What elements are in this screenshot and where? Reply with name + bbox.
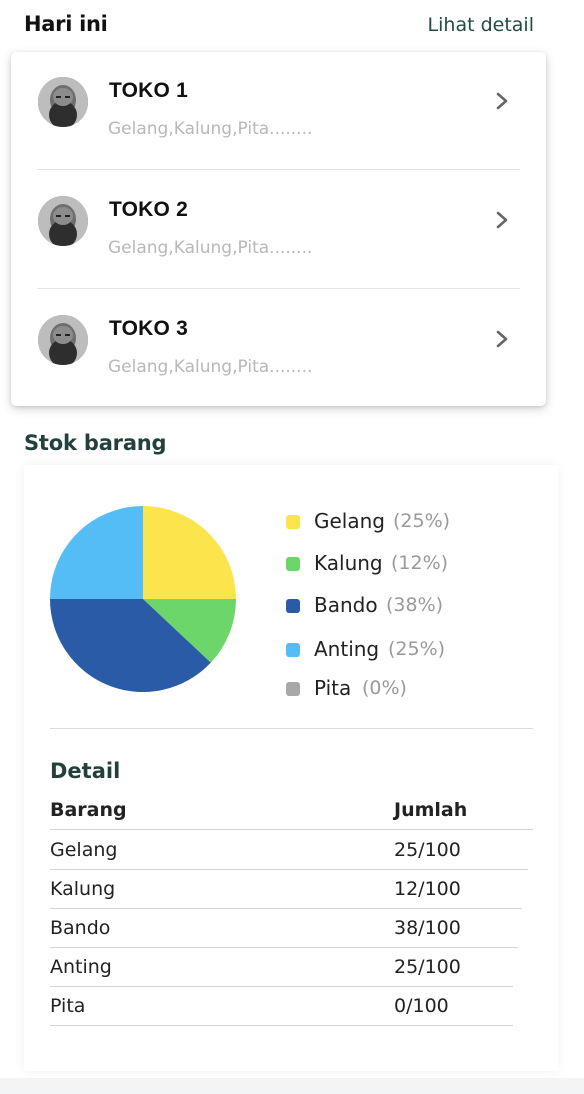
legend-percent: (25%) [393,510,451,532]
legend-swatch [286,557,300,571]
cell-quantity: 25/100 [394,839,461,861]
chevron-right-icon [496,330,508,348]
legend-percent: (12%) [391,552,449,574]
column-header-quantity: Jumlah [394,799,468,821]
divider [37,288,520,289]
pie-slice-anting [50,506,143,599]
cell-item: Kalung [50,878,116,900]
page-title: Hari ini [24,12,108,36]
store-item-toko-1[interactable]: TOKO 1 Gelang,Kalung,Pita........ [11,52,546,170]
row-divider [50,829,533,830]
row-divider [50,869,528,870]
stock-card: Gelang (25%) Kalung (12%) Bando (38%) An… [24,465,558,1071]
divider [50,728,533,729]
cell-quantity: 0/100 [394,995,449,1017]
legend-swatch [286,599,300,613]
today-header: Hari ini Lihat detail [24,12,534,38]
legend-label: Bando [314,593,378,617]
cell-quantity: 38/100 [394,917,461,939]
row-divider [50,947,518,948]
chevron-right-icon [496,211,508,229]
chevron-right-icon [496,92,508,110]
column-header-item: Barang [50,799,127,821]
cell-item: Gelang [50,839,118,861]
legend-swatch [286,682,300,696]
cell-quantity: 25/100 [394,956,461,978]
legend-label: Anting [314,637,380,661]
legend-percent: (38%) [386,594,444,616]
avatar [38,315,88,365]
store-items: Gelang,Kalung,Pita........ [108,357,313,377]
row-divider [50,986,513,987]
stock-section-title: Stok barang [24,431,167,455]
detail-title: Detail [50,759,121,783]
row-divider [50,1025,513,1026]
legend-swatch [286,643,300,657]
legend-percent: (0%) [362,677,407,699]
legend-label: Gelang [314,509,385,533]
store-items: Gelang,Kalung,Pita........ [108,119,313,139]
store-name: TOKO 3 [109,317,188,340]
divider [37,169,520,170]
avatar [38,196,88,246]
pie-slice-gelang [143,506,236,599]
avatar [38,77,88,127]
cell-item: Bando [50,917,111,939]
stock-pie-chart [50,506,236,692]
store-item-toko-3[interactable]: TOKO 3 Gelang,Kalung,Pita........ [11,290,546,408]
store-item-toko-2[interactable]: TOKO 2 Gelang,Kalung,Pita........ [11,171,546,289]
row-divider [50,908,522,909]
legend-percent: (25%) [388,638,446,660]
legend-swatch [286,515,300,529]
bottom-band [0,1078,584,1094]
store-list-card: TOKO 1 Gelang,Kalung,Pita........ TOKO 2… [11,52,546,406]
store-name: TOKO 2 [109,198,188,221]
store-name: TOKO 1 [109,79,188,102]
cell-item: Anting [50,956,112,978]
cell-item: Pita [50,995,86,1017]
store-items: Gelang,Kalung,Pita........ [108,238,313,258]
cell-quantity: 12/100 [394,878,461,900]
legend-label: Pita [314,676,352,700]
legend-label: Kalung [314,551,383,575]
see-detail-link[interactable]: Lihat detail [428,14,534,36]
